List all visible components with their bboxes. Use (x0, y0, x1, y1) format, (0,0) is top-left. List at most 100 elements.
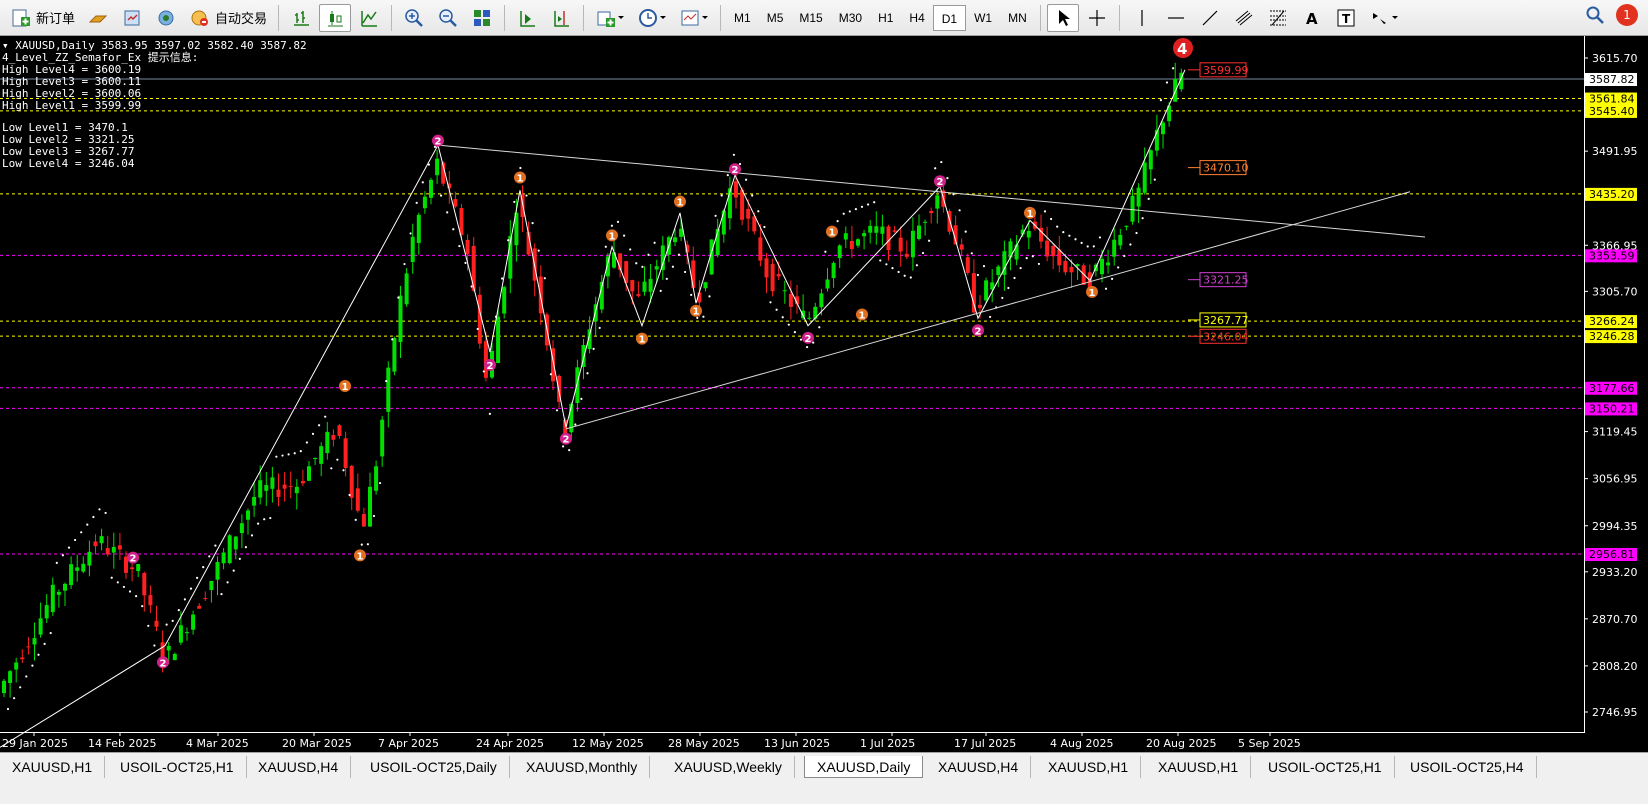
text-label-icon: T (1337, 9, 1355, 26)
sar-dot (1111, 277, 1114, 281)
chart-tab[interactable]: USOIL-OCT25,H1 (108, 756, 247, 778)
sar-dot (269, 516, 272, 520)
gold-button[interactable] (82, 4, 114, 32)
timeframe-m1[interactable]: M1 (726, 5, 759, 31)
candle-body (197, 605, 202, 609)
sar-dot (1117, 266, 1120, 269)
arrows-tool[interactable] (1364, 4, 1404, 32)
bar-chart-button[interactable] (285, 4, 317, 32)
zoom-out-button[interactable] (432, 4, 464, 32)
candle-body (1142, 162, 1147, 193)
sar-dot (452, 228, 455, 231)
chart-tab[interactable]: XAUUSD,Daily (804, 756, 924, 778)
sar-dots-group (6, 39, 1187, 711)
chart-tab[interactable]: XAUUSD,Monthly (514, 756, 651, 778)
semafor-mark-label: 1 (693, 307, 700, 318)
equidistant-channel-tool[interactable] (1228, 4, 1260, 32)
auto-scroll-button[interactable] (511, 4, 543, 32)
candle-body (660, 245, 665, 271)
indicators-button[interactable] (590, 4, 630, 32)
candle-body (191, 614, 196, 630)
sar-dot (598, 326, 601, 330)
crosshair-tool[interactable] (1081, 4, 1113, 32)
timeframe-h4[interactable]: H4 (901, 5, 932, 31)
candle-body (1014, 244, 1019, 260)
semafor-mark-label: 2 (805, 334, 812, 345)
search-icon[interactable] (1584, 4, 1606, 26)
timeframe-h1[interactable]: H1 (870, 5, 901, 31)
templates-button[interactable] (674, 4, 714, 32)
sar-dot (110, 576, 113, 579)
timeframe-m30[interactable]: M30 (831, 5, 870, 31)
date-tick-label: 14 Feb 2025 (88, 737, 156, 750)
zoom-in-button[interactable] (398, 4, 430, 32)
chart-tab[interactable]: XAUUSD,H1 (1036, 756, 1142, 778)
sar-dot (940, 160, 943, 164)
text-tool[interactable]: A (1296, 4, 1328, 32)
sar-dot (629, 248, 632, 251)
signals-button[interactable] (150, 4, 182, 32)
level-price-label: 3246.28 (1589, 330, 1635, 343)
candlestick-button[interactable] (319, 3, 352, 32)
horizontal-line-tool[interactable] (1160, 4, 1192, 32)
sar-dot (775, 308, 778, 311)
notification-badge[interactable]: 1 (1616, 4, 1638, 26)
candle-body (996, 266, 1001, 275)
new-order-button[interactable]: 新订单 (5, 4, 80, 32)
candle-body (246, 510, 250, 520)
chart-tab[interactable]: USOIL-OCT25,H4 (1398, 756, 1537, 778)
timeframe-w1[interactable]: W1 (966, 5, 1000, 31)
timeframe-m5[interactable]: M5 (759, 5, 792, 31)
sar-dot (1050, 217, 1053, 221)
chart-tab[interactable]: USOIL-OCT25,Daily (358, 756, 510, 778)
sar-dot (1098, 236, 1101, 239)
tile-windows-button[interactable] (466, 4, 498, 32)
market-button[interactable] (116, 4, 148, 32)
sar-dot (653, 241, 656, 244)
sar-dot (19, 686, 22, 689)
cursor-tool[interactable] (1046, 3, 1079, 32)
candle-body (117, 545, 122, 550)
chart-tab[interactable]: XAUUSD,H4 (246, 756, 352, 778)
chart-tab[interactable]: XAUUSD,Weekly (662, 756, 795, 778)
candle-body (368, 486, 372, 527)
sar-dot (568, 449, 571, 452)
sar-dot (67, 546, 71, 549)
timeframe-mn[interactable]: MN (1000, 5, 1035, 31)
sar-dot (37, 653, 40, 656)
sar-dot (415, 201, 418, 204)
current-price-label: 3587.82 (1589, 73, 1635, 86)
sar-dot (440, 194, 443, 197)
price-chart[interactable]: 3561.84 3545.40 3435.20 3353.59 3266.24 3246.… (0, 36, 1648, 752)
sar-dot (708, 295, 711, 298)
sar-dot (970, 252, 973, 255)
level-price-label: 3545.40 (1589, 105, 1635, 118)
chart-tab[interactable]: XAUUSD,H1 (0, 756, 106, 778)
semafor-mark-label: 4 (1177, 40, 1187, 58)
chart-shift-button[interactable] (545, 4, 577, 32)
candle-body (917, 225, 921, 239)
trendline-tool[interactable] (1194, 4, 1226, 32)
semafor-mark-label: 1 (1027, 209, 1034, 220)
fibonacci-tool[interactable] (1262, 4, 1294, 32)
candle-body (1106, 262, 1111, 266)
candle-body (1161, 122, 1165, 135)
timeframe-d1[interactable]: D1 (932, 4, 967, 31)
semafor-mark-label: 2 (130, 554, 137, 565)
periods-button[interactable] (632, 4, 672, 32)
zigzag-line (164, 69, 1186, 646)
candle-body (1051, 245, 1056, 257)
timeframe-m15[interactable]: M15 (791, 5, 830, 31)
auto-trading-button[interactable]: 自动交易 (184, 4, 272, 32)
semafor-mark-label: 2 (975, 326, 982, 337)
line-chart-button[interactable] (353, 4, 385, 32)
sar-dot (757, 210, 760, 213)
text-label-tool[interactable]: T (1330, 4, 1362, 32)
chart-tab[interactable]: USOIL-OCT25,H1 (1256, 756, 1395, 778)
chart-tab[interactable]: XAUUSD,H4 (926, 756, 1032, 778)
chart-tab[interactable]: XAUUSD,H1 (1146, 756, 1252, 778)
vertical-line-tool[interactable] (1126, 4, 1158, 32)
sar-dot (604, 245, 607, 248)
sar-dot (403, 262, 406, 266)
sar-dot (238, 557, 241, 560)
